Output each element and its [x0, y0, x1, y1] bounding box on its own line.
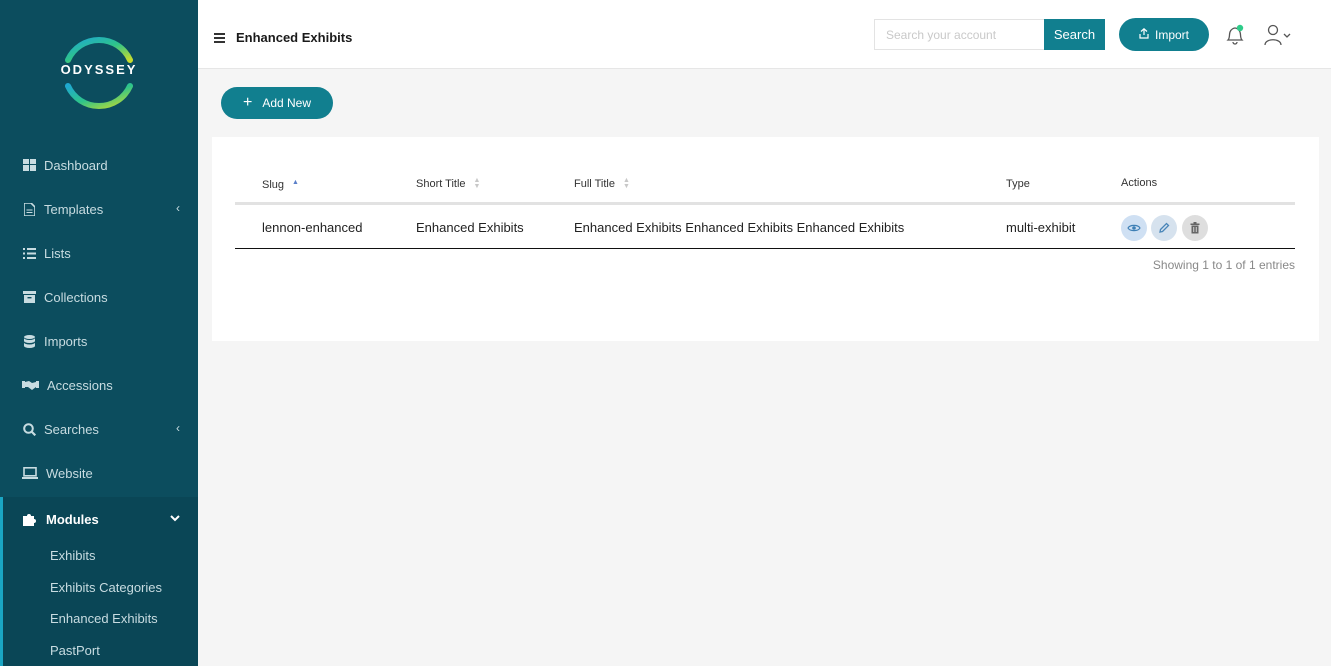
- sidebar-item-label: Website: [46, 465, 93, 481]
- database-icon: [22, 334, 36, 348]
- view-button[interactable]: [1121, 215, 1147, 241]
- archive-icon: [22, 290, 36, 304]
- import-label: Import: [1154, 27, 1189, 42]
- odyssey-logo[interactable]: ODYSSEY: [56, 30, 142, 116]
- column-header-type[interactable]: Type: [1006, 178, 1030, 190]
- sidebar-item-modules[interactable]: Modules: [0, 497, 198, 541]
- chevron-left-icon: ‹: [176, 201, 180, 215]
- sidebar-item-website[interactable]: Website: [0, 451, 198, 495]
- list-icon: [22, 246, 36, 260]
- trash-icon: [1190, 222, 1200, 234]
- edit-button[interactable]: [1151, 215, 1177, 241]
- sidebar-item-label: Modules: [46, 511, 99, 527]
- column-label: Actions: [1121, 177, 1158, 189]
- cell-type: multi-exhibit: [1006, 220, 1076, 235]
- sort-asc-icon: ▲: [292, 178, 299, 186]
- user-icon: [1264, 24, 1291, 46]
- subitem-pastport[interactable]: PastPort: [50, 643, 100, 658]
- sidebar-item-collections[interactable]: Collections: [0, 275, 198, 319]
- pencil-icon: [1159, 222, 1170, 233]
- column-label: Slug: [262, 179, 285, 191]
- sidebar-item-label: Accessions: [47, 377, 113, 393]
- import-button[interactable]: Import: [1119, 18, 1209, 51]
- page-title: Enhanced Exhibits: [236, 30, 353, 45]
- sidebar-item-label: Lists: [44, 245, 71, 261]
- notification-dot: [1236, 24, 1244, 32]
- sidebar-item-imports[interactable]: Imports: [0, 319, 198, 363]
- laptop-icon: [22, 466, 38, 480]
- sidebar-item-searches[interactable]: Searches ‹: [0, 407, 198, 451]
- file-icon: [22, 202, 36, 216]
- column-label: Short Title: [416, 178, 466, 190]
- sidebar-item-label: Collections: [44, 289, 108, 305]
- cell-full-title: Enhanced Exhibits Enhanced Exhibits Enha…: [574, 220, 905, 235]
- search-icon: [22, 422, 36, 436]
- subitem-enhanced-exhibits[interactable]: Enhanced Exhibits: [50, 611, 158, 626]
- sidebar-item-templates[interactable]: Templates ‹: [0, 187, 198, 231]
- sidebar-item-label: Dashboard: [44, 157, 108, 173]
- brand-name: ODYSSEY: [60, 62, 138, 77]
- dashboard-icon: [22, 158, 36, 172]
- user-menu[interactable]: [1264, 24, 1298, 46]
- puzzle-icon: [22, 512, 38, 526]
- plus-icon: +: [242, 94, 253, 111]
- handshake-icon: [22, 378, 39, 392]
- cell-short-title: Enhanced Exhibits: [416, 220, 524, 235]
- delete-button[interactable]: [1182, 215, 1208, 241]
- sort-icon: ▲ ▼: [473, 177, 481, 190]
- row-divider: [235, 248, 1295, 249]
- sidebar-item-accessions[interactable]: Accessions: [0, 363, 198, 407]
- sort-icon: ▲ ▼: [622, 177, 630, 190]
- sidebar-item-label: Searches: [44, 421, 99, 437]
- column-header-slug[interactable]: Slug ▲: [262, 174, 299, 192]
- column-header-full-title[interactable]: Full Title ▲ ▼: [574, 177, 630, 190]
- sidebar-item-dashboard[interactable]: Dashboard: [0, 143, 198, 187]
- notification-bell-icon[interactable]: [1224, 24, 1246, 46]
- column-header-short-title[interactable]: Short Title ▲ ▼: [416, 177, 481, 190]
- cell-slug: lennon-enhanced: [262, 220, 363, 235]
- header-divider: [235, 202, 1295, 205]
- column-label: Full Title: [574, 178, 615, 190]
- chevron-down-icon: [170, 511, 180, 525]
- eye-icon: [1127, 224, 1141, 232]
- sidebar: ODYSSEY Dashboard Templates ‹ Lists Coll…: [0, 0, 198, 666]
- add-new-button[interactable]: + Add New: [221, 87, 333, 119]
- search-button[interactable]: Search: [1044, 19, 1105, 50]
- top-header: Enhanced Exhibits Search Import: [198, 0, 1331, 69]
- add-new-label: Add New: [262, 96, 312, 110]
- table-info: Showing 1 to 1 of 1 entries: [1152, 258, 1295, 272]
- column-label: Type: [1006, 178, 1030, 190]
- search-input[interactable]: [874, 19, 1045, 50]
- table-card: Slug ▲ Short Title ▲ ▼ Full Title ▲ ▼ Type…: [212, 137, 1319, 341]
- menu-toggle-icon[interactable]: [214, 33, 225, 45]
- upload-icon: [1139, 27, 1149, 42]
- chevron-left-icon: ‹: [176, 421, 180, 435]
- sidebar-item-label: Templates: [44, 201, 104, 217]
- subitem-exhibits-categories[interactable]: Exhibits Categories: [50, 580, 162, 595]
- sidebar-item-lists[interactable]: Lists: [0, 231, 198, 275]
- subitem-exhibits[interactable]: Exhibits: [50, 548, 96, 563]
- column-header-actions: Actions: [1121, 177, 1157, 189]
- sidebar-item-label: Imports: [44, 333, 88, 349]
